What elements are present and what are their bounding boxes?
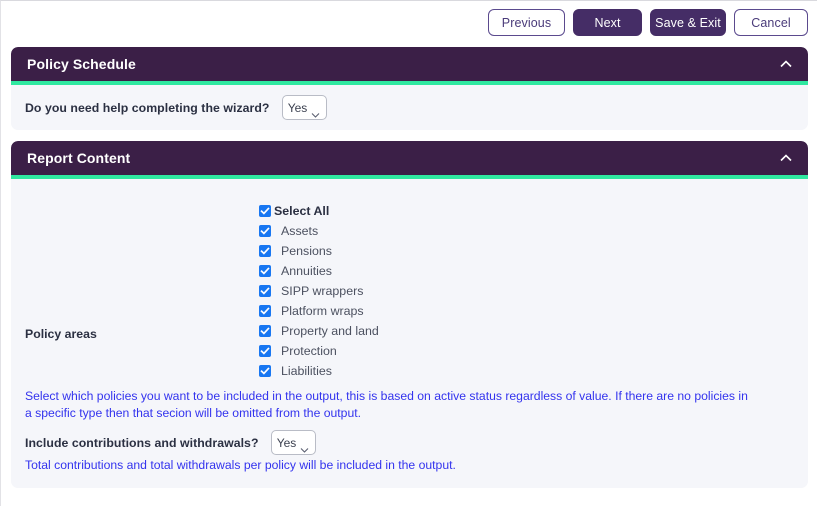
panel-policy-schedule-body: Do you need help completing the wizard? … xyxy=(11,85,808,130)
contributions-select[interactable]: Yes xyxy=(271,430,316,455)
policy-area-row[interactable]: Property and land xyxy=(259,321,379,341)
contributions-value: Yes xyxy=(277,436,297,450)
policy-area-label: Select All xyxy=(274,204,329,218)
policy-areas-checkbox-list: Select All Assets Pensions Annuities SIPP wr… xyxy=(259,201,379,381)
checkbox-checked-icon[interactable] xyxy=(259,345,271,357)
policy-areas-field: Policy areas Select All Assets Pensions Ann… xyxy=(11,179,794,381)
cancel-button[interactable]: Cancel xyxy=(734,9,808,36)
chevron-up-icon[interactable] xyxy=(778,150,794,166)
policy-area-label: Protection xyxy=(281,344,337,358)
help-question-value: Yes xyxy=(288,101,308,115)
checkbox-checked-icon[interactable] xyxy=(259,245,271,257)
policy-area-label: Property and land xyxy=(281,324,379,338)
help-question-row: Do you need help completing the wizard? … xyxy=(11,85,808,130)
wizard-page: Previous Next Save & Exit Cancel Policy … xyxy=(0,0,817,506)
panel-report-content-title: Report Content xyxy=(27,150,130,166)
previous-button[interactable]: Previous xyxy=(488,9,565,36)
chevron-down-icon xyxy=(300,440,309,446)
policy-area-label: Liabilities xyxy=(281,364,332,378)
policy-area-row[interactable]: Assets xyxy=(259,221,379,241)
policy-area-label: Annuities xyxy=(281,264,332,278)
policy-area-select-all-row[interactable]: Select All xyxy=(259,201,379,221)
checkbox-checked-icon[interactable] xyxy=(259,265,271,277)
checkbox-checked-icon[interactable] xyxy=(259,365,271,377)
chevron-down-icon xyxy=(311,105,320,111)
panel-policy-schedule: Policy Schedule Do you need help complet… xyxy=(11,47,808,130)
next-button[interactable]: Next xyxy=(573,9,642,36)
panel-policy-schedule-header[interactable]: Policy Schedule xyxy=(11,47,808,81)
chevron-up-icon[interactable] xyxy=(778,56,794,72)
contributions-hint: Total contributions and total withdrawal… xyxy=(11,455,794,474)
policy-area-row[interactable]: Pensions xyxy=(259,241,379,261)
policy-area-label: Platform wraps xyxy=(281,304,364,318)
policy-area-label: Pensions xyxy=(281,244,332,258)
policy-areas-label: Policy areas xyxy=(25,241,97,341)
help-question-select[interactable]: Yes xyxy=(282,95,327,120)
policy-areas-hint: Select which policies you want to be inc… xyxy=(11,381,794,422)
panel-policy-schedule-title: Policy Schedule xyxy=(27,56,136,72)
checkbox-checked-icon[interactable] xyxy=(259,325,271,337)
help-question-label: Do you need help completing the wizard? xyxy=(25,101,270,115)
checkbox-checked-icon[interactable] xyxy=(259,305,271,317)
policy-area-row[interactable]: SIPP wrappers xyxy=(259,281,379,301)
contributions-label: Include contributions and withdrawals? xyxy=(25,436,259,450)
policy-area-row[interactable]: Annuities xyxy=(259,261,379,281)
policy-area-row[interactable]: Liabilities xyxy=(259,361,379,381)
panel-report-content-body: Policy areas Select All Assets Pensions Ann… xyxy=(11,179,808,488)
checkbox-checked-icon[interactable] xyxy=(259,225,271,237)
checkbox-checked-icon[interactable] xyxy=(259,285,271,297)
panel-report-content: Report Content Policy areas Select All As… xyxy=(11,141,808,488)
policy-area-row[interactable]: Protection xyxy=(259,341,379,361)
policy-area-row[interactable]: Platform wraps xyxy=(259,301,379,321)
policy-area-label: SIPP wrappers xyxy=(281,284,363,298)
checkbox-checked-icon[interactable] xyxy=(259,205,271,217)
contributions-row: Include contributions and withdrawals? Y… xyxy=(11,422,794,455)
save-and-exit-button[interactable]: Save & Exit xyxy=(650,9,726,36)
panel-bottom-spacer xyxy=(11,474,794,488)
policy-area-label: Assets xyxy=(281,224,318,238)
policy-areas-label-wrap: Policy areas xyxy=(11,201,259,381)
panel-report-content-header[interactable]: Report Content xyxy=(11,141,808,175)
wizard-toolbar: Previous Next Save & Exit Cancel xyxy=(488,9,808,36)
